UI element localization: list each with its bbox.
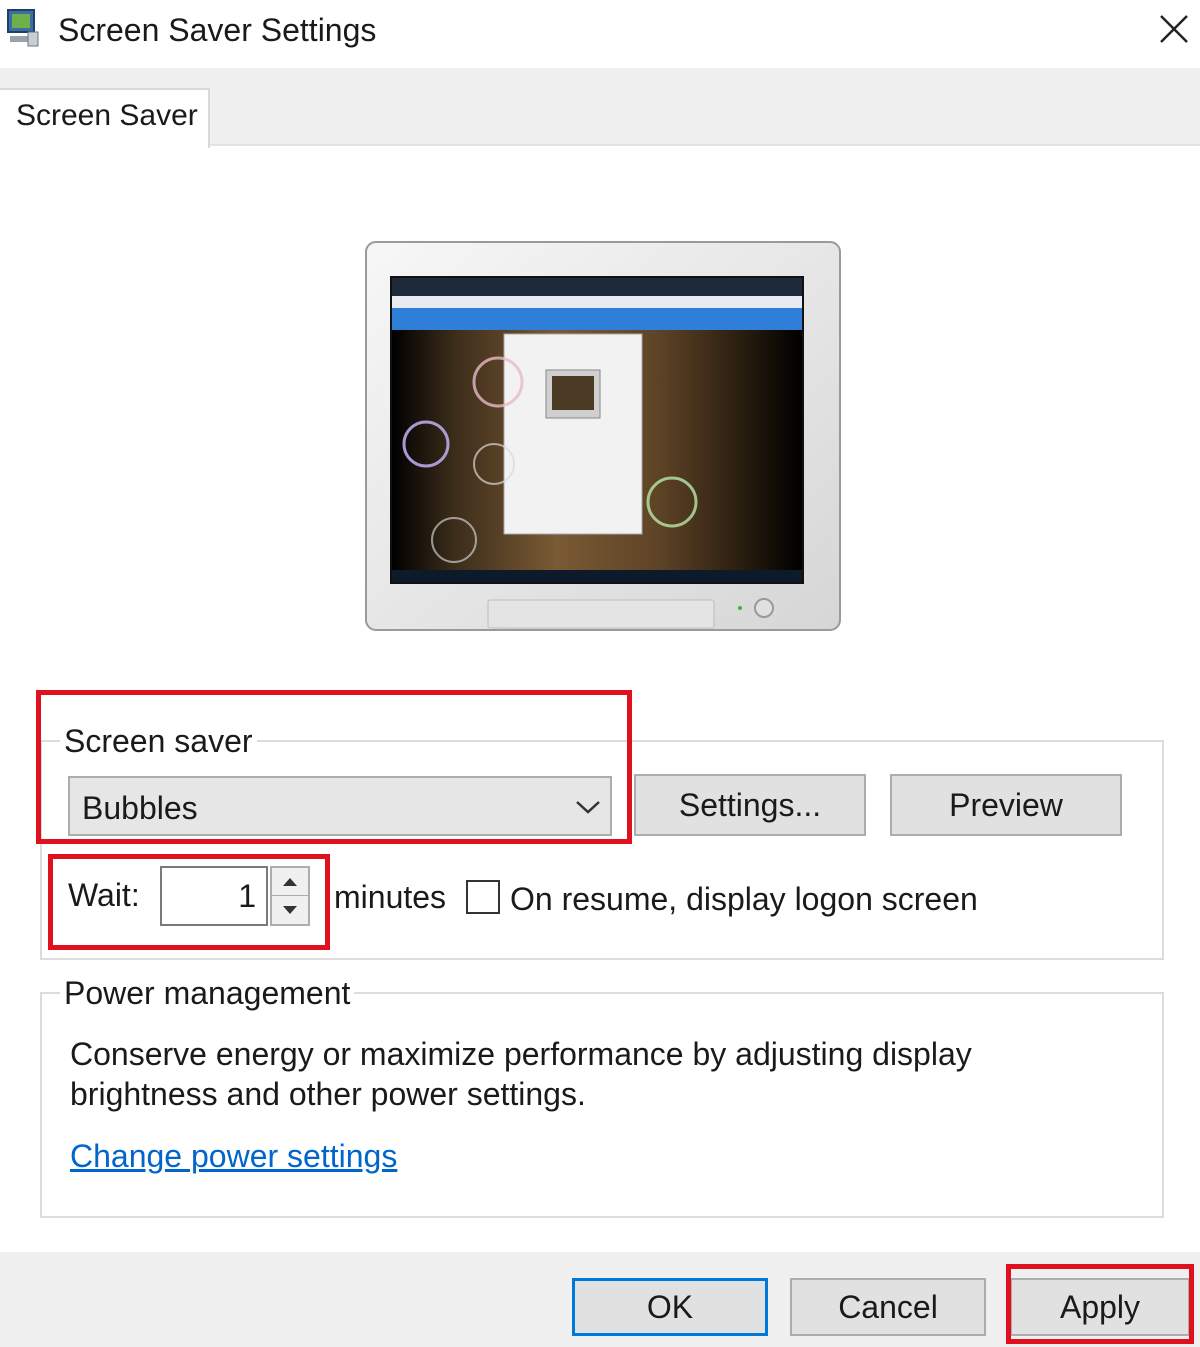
tab-screen-saver-label: Screen Saver	[16, 99, 198, 132]
close-icon	[1160, 15, 1188, 43]
power-description-line2: brightness and other power settings.	[70, 1076, 586, 1112]
settings-button[interactable]: Settings...	[634, 774, 866, 836]
logon-screen-label[interactable]: On resume, display logon screen	[510, 880, 978, 918]
window-title: Screen Saver Settings	[58, 12, 377, 48]
screen-saver-settings-icon	[6, 8, 40, 48]
highlight-apply	[1006, 1264, 1194, 1344]
cancel-button[interactable]: Cancel	[790, 1278, 986, 1336]
highlight-wait	[48, 854, 330, 950]
change-power-settings-link[interactable]: Change power settings	[70, 1136, 397, 1176]
minutes-label: minutes	[334, 879, 447, 915]
highlight-screen-saver	[36, 690, 632, 844]
monitor-preview	[364, 240, 842, 632]
ok-button[interactable]: OK	[572, 1278, 768, 1336]
power-description-line1: Conserve energy or maximize performance …	[70, 1036, 972, 1072]
preview-button[interactable]: Preview	[890, 774, 1122, 836]
close-button[interactable]	[1148, 0, 1200, 58]
logon-screen-checkbox[interactable]	[466, 880, 500, 914]
power-management-group-label: Power management	[60, 974, 355, 1012]
